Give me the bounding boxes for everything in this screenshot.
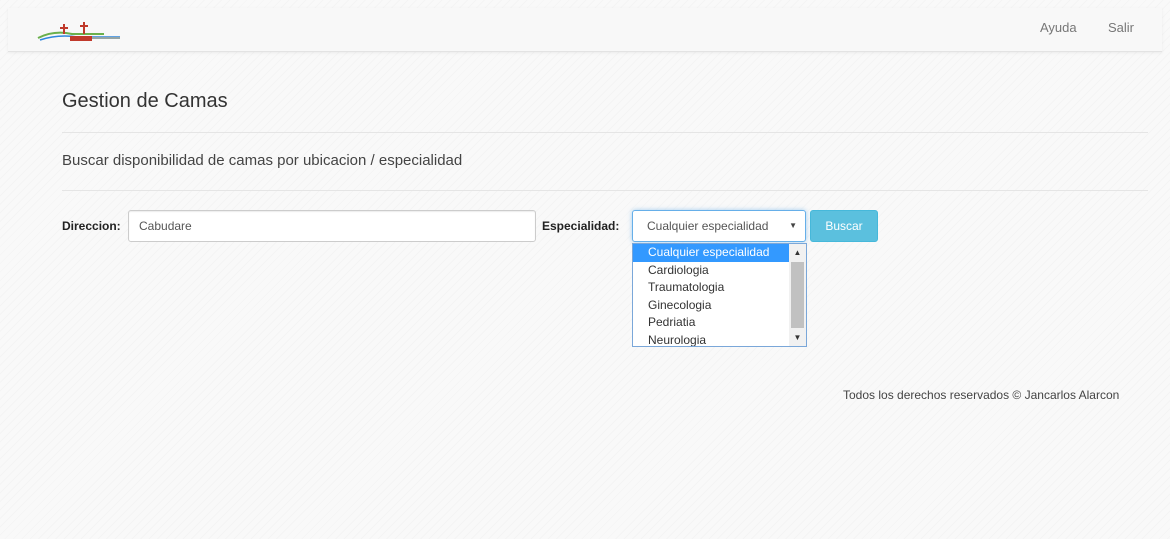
logo-icon[interactable] bbox=[34, 16, 124, 44]
nav-salir-link[interactable]: Salir bbox=[1108, 20, 1134, 35]
option-cualquier-especialidad[interactable]: Cualquier especialidad bbox=[633, 244, 789, 262]
caret-down-icon: ▼ bbox=[789, 221, 797, 230]
scroll-thumb[interactable] bbox=[791, 262, 804, 328]
buscar-button[interactable]: Buscar bbox=[810, 210, 878, 242]
page-title: Gestion de Camas bbox=[62, 90, 228, 112]
especialidad-select[interactable]: Cualquier especialidad ▼ bbox=[632, 210, 806, 242]
dropdown-scrollbar[interactable]: ▲ ▼ bbox=[789, 244, 806, 346]
scroll-up-icon[interactable]: ▲ bbox=[789, 244, 806, 261]
direccion-input[interactable]: Cabudare bbox=[128, 210, 536, 242]
page-subtitle: Buscar disponibilidad de camas por ubica… bbox=[62, 152, 463, 169]
especialidad-selected-value: Cualquier especialidad bbox=[647, 219, 769, 233]
option-ginecologia[interactable]: Ginecologia bbox=[633, 297, 789, 315]
option-neurologia[interactable]: Neurologia bbox=[633, 332, 789, 347]
option-pedriatia[interactable]: Pedriatia bbox=[633, 314, 789, 332]
especialidad-dropdown[interactable]: Cualquier especialidad Cardiologia Traum… bbox=[632, 243, 807, 347]
especialidad-label: Especialidad: bbox=[542, 219, 620, 233]
nav-ayuda-link[interactable]: Ayuda bbox=[1040, 20, 1077, 35]
navbar: Ayuda Salir bbox=[8, 8, 1162, 52]
divider bbox=[62, 190, 1148, 191]
option-cardiologia[interactable]: Cardiologia bbox=[633, 262, 789, 280]
direccion-label: Direccion: bbox=[62, 219, 121, 233]
scroll-down-icon[interactable]: ▼ bbox=[789, 329, 806, 346]
footer-copyright: Todos los derechos reservados © Jancarlo… bbox=[843, 388, 1120, 402]
divider bbox=[62, 132, 1148, 133]
option-traumatologia[interactable]: Traumatologia bbox=[633, 279, 789, 297]
